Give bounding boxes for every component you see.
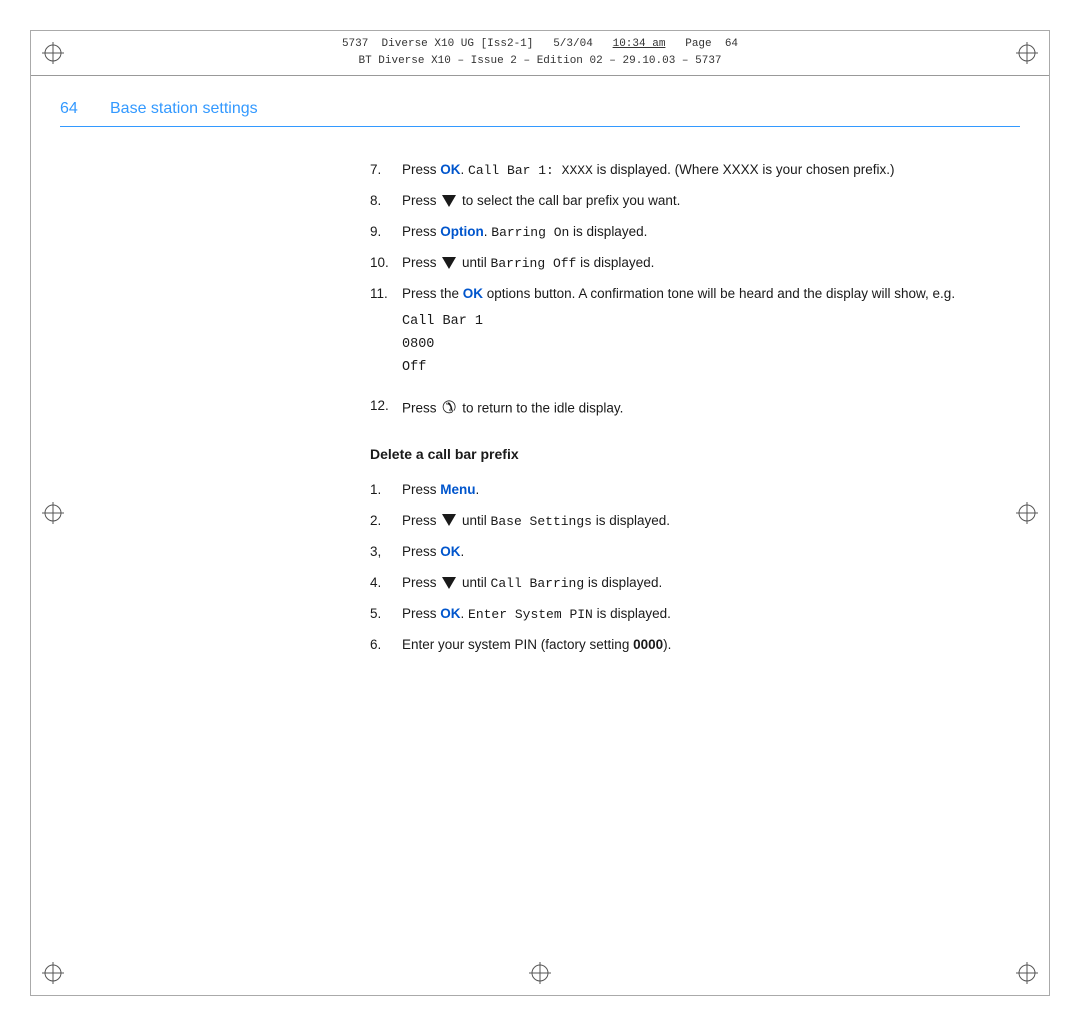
delete-step-1-content: Press Menu. — [402, 480, 1020, 501]
crosshair-bottom-left — [42, 962, 64, 984]
delete-step-6-num: 6. — [370, 635, 398, 656]
step-8-content: Press to select the call bar prefix you … — [402, 191, 1020, 212]
step-10-content: Press until Barring Off is displayed. — [402, 253, 1020, 274]
ok-label-7: OK — [440, 162, 460, 177]
step-11-content: Press the OK options button. A confirmat… — [402, 284, 1020, 386]
step-8-num: 8. — [370, 191, 398, 212]
delete-step-5-num: 5. — [370, 604, 398, 625]
display-enter-pin: Enter System PIN — [468, 607, 593, 622]
delete-step-4-content: Press until Call Barring is displayed. — [402, 573, 1020, 594]
step-9-content: Press Option. Barring On is displayed. — [402, 222, 1020, 243]
display-barring-off: Barring Off — [491, 256, 577, 271]
ok-label-11: OK — [463, 286, 483, 301]
menu-label-1: Menu — [440, 482, 475, 497]
delete-step-6-content: Enter your system PIN (factory setting 0… — [402, 635, 1020, 656]
step-7-num: 7. — [370, 160, 398, 181]
display-example-block: Call Bar 1 0800 Off — [402, 311, 1020, 380]
ok-label-d3: OK — [440, 544, 460, 559]
pin-default: 0000 — [633, 637, 663, 652]
step-10-num: 10. — [370, 253, 398, 274]
step-12: 12. Press ✆ to return to the idle displa… — [370, 396, 1020, 422]
crosshair-footer-center — [529, 962, 551, 984]
delete-step-6: 6. Enter your system PIN (factory settin… — [370, 635, 1020, 656]
delete-step-5: 5. Press OK. Enter System PIN is display… — [370, 604, 1020, 625]
arrow-down-icon-8 — [442, 195, 456, 207]
step-12-content: Press ✆ to return to the idle display. — [402, 396, 1020, 422]
crosshair-bottom-right — [1016, 962, 1038, 984]
crosshair-top-left — [42, 42, 64, 64]
step-10: 10. Press until Barring Off is displayed… — [370, 253, 1020, 274]
phone-return-icon: ✆ — [442, 395, 456, 421]
step-12-num: 12. — [370, 396, 398, 422]
main-content: 7. Press OK. Call Bar 1: XXXX is display… — [370, 160, 1020, 946]
step-11-num: 11. — [370, 284, 398, 386]
page-header: 64 Base station settings — [60, 100, 1020, 127]
display-line1: Call Bar 1 — [402, 314, 483, 329]
delete-step-3-content: Press OK. — [402, 542, 1020, 563]
step-7-content: Press OK. Call Bar 1: XXXX is displayed.… — [402, 160, 1020, 181]
step-11: 11. Press the OK options button. A confi… — [370, 284, 1020, 386]
arrow-down-icon-d4 — [442, 577, 456, 589]
ok-label-d5: OK — [440, 606, 460, 621]
page-title: Base station settings — [110, 100, 258, 118]
page-number: 64 — [60, 100, 90, 118]
step-9-num: 9. — [370, 222, 398, 243]
crosshair-top-right — [1016, 42, 1038, 64]
delete-step-4-num: 4. — [370, 573, 398, 594]
step-8: 8. Press to select the call bar prefix y… — [370, 191, 1020, 212]
delete-step-3-num: 3, — [370, 542, 398, 563]
section-delete-heading: Delete a call bar prefix — [370, 444, 1020, 466]
display-call-barring: Call Barring — [491, 576, 585, 591]
delete-step-2-content: Press until Base Settings is displayed. — [402, 511, 1020, 532]
step-9: 9. Press Option. Barring On is displayed… — [370, 222, 1020, 243]
display-base-settings: Base Settings — [491, 514, 592, 529]
delete-step-3: 3, Press OK. — [370, 542, 1020, 563]
delete-step-1: 1. Press Menu. — [370, 480, 1020, 501]
arrow-down-icon-d2 — [442, 514, 456, 526]
step-7: 7. Press OK. Call Bar 1: XXXX is display… — [370, 160, 1020, 181]
display-barring-on: Barring On — [491, 225, 569, 240]
delete-step-2-num: 2. — [370, 511, 398, 532]
delete-step-1-num: 1. — [370, 480, 398, 501]
left-margin — [60, 160, 360, 946]
arrow-down-icon-10 — [442, 257, 456, 269]
delete-step-4: 4. Press until Call Barring is displayed… — [370, 573, 1020, 594]
display-line2: 0800 — [402, 337, 434, 352]
option-label-9: Option — [440, 224, 484, 239]
display-call-bar: Call Bar 1: XXXX — [468, 163, 593, 178]
delete-step-2: 2. Press until Base Settings is displaye… — [370, 511, 1020, 532]
display-line3: Off — [402, 360, 426, 375]
delete-step-5-content: Press OK. Enter System PIN is displayed. — [402, 604, 1020, 625]
